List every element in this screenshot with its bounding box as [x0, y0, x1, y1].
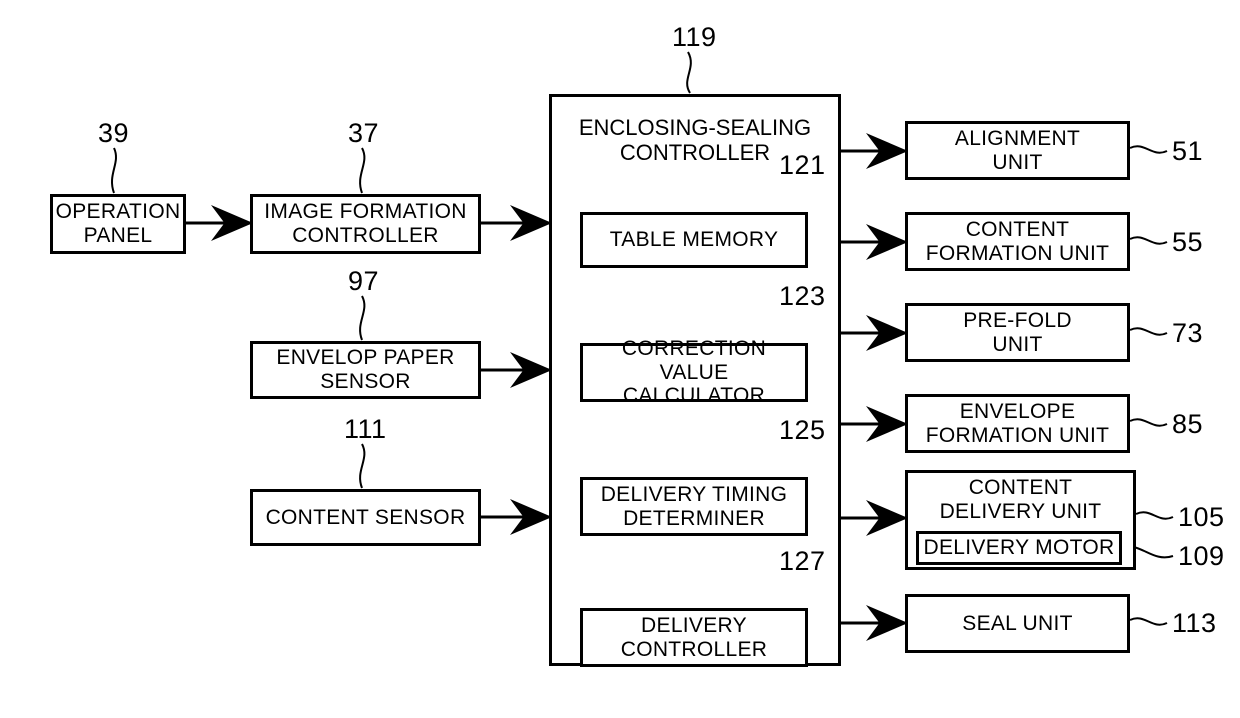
content-formation-unit-box[interactable]: CONTENT FORMATION UNIT	[905, 212, 1130, 271]
content-sensor-label: CONTENT SENSOR	[265, 505, 466, 529]
leader-105	[1135, 511, 1174, 520]
delivery-motor-box[interactable]: DELIVERY MOTOR	[916, 531, 1122, 565]
leader-51	[1129, 145, 1168, 154]
envelop-paper-sensor-box[interactable]: ENVELOP PAPER SENSOR	[250, 341, 481, 399]
ref-numeral-113: 113	[1172, 608, 1217, 638]
ref-numeral-125: 125	[779, 415, 826, 445]
leader-37	[359, 147, 366, 194]
correction-value-calculator-box[interactable]: CORRECTION VALUE CALCULATOR	[580, 337, 808, 407]
delivery-timing-determiner-label: DELIVERY TIMING DETERMINER	[600, 482, 788, 530]
ref-numeral-55: 55	[1172, 227, 1204, 257]
ref-numeral-39: 39	[98, 118, 130, 148]
content-sensor-box[interactable]: CONTENT SENSOR	[250, 489, 481, 546]
delivery-timing-determiner-box[interactable]: DELIVERY TIMING DETERMINER	[580, 477, 808, 536]
ref-numeral-73: 73	[1172, 318, 1204, 348]
leader-119	[686, 51, 692, 94]
ref-numeral-37: 37	[348, 118, 380, 148]
ref-numeral-109: 109	[1178, 541, 1225, 571]
delivery-motor-label: DELIVERY MOTOR	[923, 536, 1115, 560]
envelope-formation-unit-label: ENVELOPE FORMATION UNIT	[925, 399, 1110, 447]
content-delivery-unit-label: CONTENT DELIVERY UNIT	[939, 476, 1102, 523]
ref-numeral-123: 123	[779, 281, 826, 311]
table-memory-box[interactable]: TABLE MEMORY	[580, 212, 808, 268]
leader-73	[1129, 327, 1168, 336]
pre-fold-unit-label: PRE-FOLD UNIT	[963, 308, 1072, 356]
leader-55	[1129, 236, 1168, 245]
seal-unit-box[interactable]: SEAL UNIT	[905, 594, 1130, 653]
ref-numeral-85: 85	[1172, 409, 1204, 439]
operation-panel-box[interactable]: OPERATION PANEL	[50, 194, 186, 254]
ref-numeral-51: 51	[1172, 136, 1204, 166]
ref-numeral-121: 121	[779, 150, 826, 180]
content-formation-unit-label: CONTENT FORMATION UNIT	[925, 217, 1110, 265]
alignment-unit-box[interactable]: ALIGNMENT UNIT	[905, 121, 1130, 180]
alignment-unit-label: ALIGNMENT UNIT	[954, 126, 1081, 174]
operation-panel-label: OPERATION PANEL	[55, 200, 181, 247]
image-formation-controller-label: IMAGE FORMATION CONTROLLER	[264, 200, 467, 247]
pre-fold-unit-box[interactable]: PRE-FOLD UNIT	[905, 303, 1130, 362]
ref-numeral-119: 119	[672, 22, 717, 52]
image-formation-controller-box[interactable]: IMAGE FORMATION CONTROLLER	[250, 194, 481, 254]
envelope-formation-unit-box[interactable]: ENVELOPE FORMATION UNIT	[905, 394, 1130, 453]
ref-numeral-127: 127	[779, 546, 826, 576]
ref-numeral-111: 111	[344, 414, 387, 444]
leader-113	[1129, 617, 1168, 626]
correction-value-calculator-label: CORRECTION VALUE CALCULATOR	[621, 337, 767, 408]
leader-97	[359, 295, 366, 341]
seal-unit-label: SEAL UNIT	[962, 611, 1073, 635]
ref-numeral-97: 97	[348, 266, 380, 296]
leader-85	[1129, 418, 1168, 427]
delivery-controller-label: DELIVERY CONTROLLER	[620, 613, 768, 661]
block-diagram-figure: OPERATION PANEL 39 IMAGE FORMATION CONTR…	[0, 0, 1240, 718]
leader-111	[359, 443, 366, 489]
table-memory-label: TABLE MEMORY	[609, 228, 779, 252]
ref-numeral-105: 105	[1178, 502, 1225, 532]
envelop-paper-sensor-label: ENVELOP PAPER SENSOR	[276, 346, 455, 393]
delivery-controller-box[interactable]: DELIVERY CONTROLLER	[580, 608, 808, 667]
leader-39	[111, 147, 117, 194]
